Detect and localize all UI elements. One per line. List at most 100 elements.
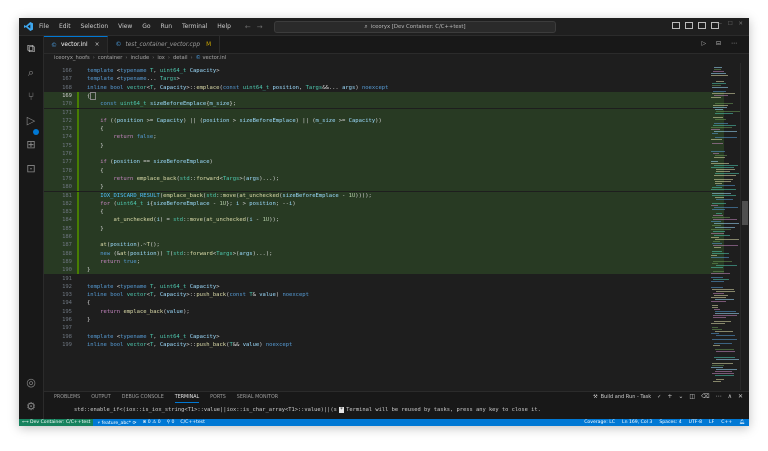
breadcrumb-item[interactable]: container — [98, 55, 123, 61]
tab-debug-console[interactable]: DEBUG CONSOLE — [122, 392, 164, 403]
tab-problems[interactable]: PROBLEMS — [54, 392, 80, 403]
explorer-icon[interactable]: ⧉ — [25, 43, 37, 55]
accounts-icon[interactable]: ◎ — [25, 377, 37, 389]
menu-file[interactable]: File — [39, 23, 49, 30]
close-icon[interactable]: ✕ — [738, 393, 743, 400]
window-controls[interactable]: — ☐ ✕ — [716, 21, 745, 27]
more-actions-icon[interactable]: ⋯ — [716, 393, 722, 400]
minimap-line — [716, 351, 735, 352]
code-line[interactable]: 185 } — [44, 224, 724, 233]
remote-explorer-icon[interactable]: ⊡ — [25, 163, 37, 175]
extensions-icon[interactable]: ⊞ — [25, 139, 37, 151]
split-terminal-icon[interactable]: ◫ — [689, 393, 695, 400]
breadcrumb-item[interactable]: vector.inl — [202, 55, 226, 61]
trash-icon[interactable]: ⌫ — [701, 393, 709, 400]
code-line[interactable]: 169{ — [44, 91, 724, 101]
minimap[interactable] — [709, 63, 743, 390]
add-terminal-icon[interactable]: + — [667, 393, 672, 400]
code-line[interactable]: 192 template <typename T, uint64_t Capaci… — [44, 283, 724, 291]
code-line[interactable]: 189 return true; — [44, 257, 724, 267]
command-center[interactable]: ⌕ iceoryx [Dev Container: C/C++test] — [274, 21, 556, 33]
line-number: 183 — [62, 209, 72, 216]
problems-indicator[interactable]: ⊗ 0 ⚠ 0 — [142, 420, 160, 425]
code-line[interactable]: 184 at_unchecked(i) = std::move(at_unche… — [44, 216, 724, 225]
line-ending[interactable]: LF — [709, 420, 714, 425]
tab-terminal[interactable]: TERMINAL — [174, 392, 200, 403]
notifications-bell-icon[interactable]: 🔔︎ — [739, 420, 745, 425]
language-mode[interactable]: C++ — [721, 420, 732, 425]
code-line[interactable]: 197 — [44, 324, 724, 332]
breadcrumb-item[interactable]: include — [130, 55, 149, 61]
coverage-indicator[interactable]: Coverage: LC — [584, 420, 615, 425]
menu-run[interactable]: Run — [161, 23, 173, 30]
code-line[interactable]: 182 for (uint64_t i{sizeBeforeEmplace - … — [44, 199, 724, 209]
cursor-position[interactable]: Ln 169, Col 3 — [622, 420, 652, 425]
tab-serial-monitor[interactable]: SERIAL MONITOR — [237, 392, 278, 403]
code-line[interactable]: 175 } — [44, 141, 724, 150]
code-line[interactable]: 183 { — [44, 208, 724, 217]
menu-terminal[interactable]: Terminal — [182, 23, 207, 30]
code-line[interactable]: 178 { — [44, 166, 724, 175]
menu-edit[interactable]: Edit — [59, 23, 71, 30]
code-line[interactable]: 167 template <typename... Targs> — [44, 75, 724, 83]
menu-view[interactable]: View — [118, 23, 132, 30]
scrollbar-thumb[interactable] — [742, 201, 748, 225]
code-line[interactable]: 174 return false; — [44, 133, 724, 142]
indentation[interactable]: Spaces: 4 — [659, 420, 681, 425]
code-line[interactable]: 168 inline bool vector<T, Capacity>::empl… — [44, 84, 724, 92]
ports-indicator[interactable]: ⚲ 0 — [167, 420, 175, 425]
editor-scrollbar[interactable] — [740, 63, 748, 390]
toggle-panel-icon[interactable] — [685, 22, 693, 29]
code-line[interactable]: 186 — [44, 233, 724, 242]
code-line[interactable]: 172 if ((position >= Capacity) || (posit… — [44, 116, 724, 126]
code-editor[interactable]: 166 template <typename T, uint64_t Capaci… — [44, 63, 724, 390]
code-line[interactable]: 176 — [44, 150, 724, 159]
code-line[interactable]: 187 at(position).~T(); — [44, 241, 724, 250]
code-line[interactable]: 173 { — [44, 125, 724, 134]
code-line[interactable]: 177 if (position == sizeBeforeEmplace) — [44, 158, 724, 167]
breadcrumb-item[interactable]: iceoryx_hoofs — [54, 55, 90, 61]
code-line[interactable]: 166 template <typename T, uint64_t Capaci… — [44, 67, 724, 75]
code-line[interactable]: 181 IOX_DISCARD_RESULT(emplace_back(std:… — [44, 191, 724, 200]
run-debug-icon[interactable]: ▷ — [25, 115, 37, 127]
nav-arrows[interactable]: ←→ — [245, 23, 269, 31]
code-line[interactable]: 199 inline bool vector<T, Capacity>::push… — [44, 341, 724, 349]
tab-output[interactable]: OUTPUT — [91, 392, 111, 403]
menu-go[interactable]: Go — [142, 23, 150, 30]
code-line[interactable]: 193 inline bool vector<T, Capacity>::push… — [44, 291, 724, 299]
branch-indicator[interactable]: ⑂ feature_abc* ⟳ — [97, 420, 136, 426]
tab-vector-inl[interactable]: © vector.inl × — [44, 36, 109, 53]
close-icon[interactable]: × — [95, 42, 100, 48]
breadcrumb-item[interactable]: detail — [173, 55, 188, 61]
code-line[interactable]: 195 return emplace_back(value); — [44, 308, 724, 316]
code-line[interactable]: 191 — [44, 275, 724, 283]
chevron-down-icon[interactable]: ⌄ — [678, 393, 683, 400]
code-line[interactable]: 188 new (&at(position)) T(std::forward<T… — [44, 249, 724, 258]
chevron-up-icon[interactable]: ∧ — [728, 393, 732, 400]
code-line[interactable]: 180 } — [44, 183, 724, 192]
code-line[interactable]: 171 — [44, 108, 724, 117]
toggle-sidebar-icon[interactable] — [672, 22, 680, 29]
menu-help[interactable]: Help — [217, 23, 231, 30]
settings-gear-icon[interactable]: ⚙ — [25, 401, 37, 413]
code-line[interactable]: 198 template <typename T, uint64_t Capaci… — [44, 333, 724, 341]
tab-test-container-vector[interactable]: © test_container_vector.cpp M — [108, 36, 221, 53]
tab-ports[interactable]: PORTS — [210, 392, 226, 403]
task-selector[interactable]: Build and Run - Task — [601, 394, 652, 400]
source-control-icon[interactable]: ⑂ — [25, 91, 37, 103]
code-line[interactable]: 196} — [44, 316, 724, 324]
toggle-secondary-sidebar-icon[interactable] — [698, 22, 706, 29]
encoding[interactable]: UTF-8 — [689, 420, 702, 425]
code-line[interactable]: 190} — [44, 266, 724, 275]
editor-actions[interactable]: ▷ ⊟ ⋯ — [702, 40, 741, 47]
terminal-output[interactable]: std::enable_if<(iox::is_iox_string<T1>::… — [74, 407, 541, 413]
remote-indicator[interactable]: ⟷ Dev Container: C/C++test — [19, 419, 94, 426]
code-line[interactable]: 170 const uint64_t sizeBeforeEmplace{m_s… — [44, 100, 724, 109]
code-line[interactable]: 179 return emplace_back(std::forward<Tar… — [44, 174, 724, 184]
search-icon[interactable]: ⌕ — [25, 67, 37, 79]
language-hint[interactable]: C/C++test — [180, 420, 204, 425]
minimap-line — [712, 85, 721, 86]
menu-selection[interactable]: Selection — [81, 23, 109, 30]
breadcrumb-item[interactable]: iox — [157, 55, 165, 61]
code-line[interactable]: 194 { — [44, 299, 724, 307]
